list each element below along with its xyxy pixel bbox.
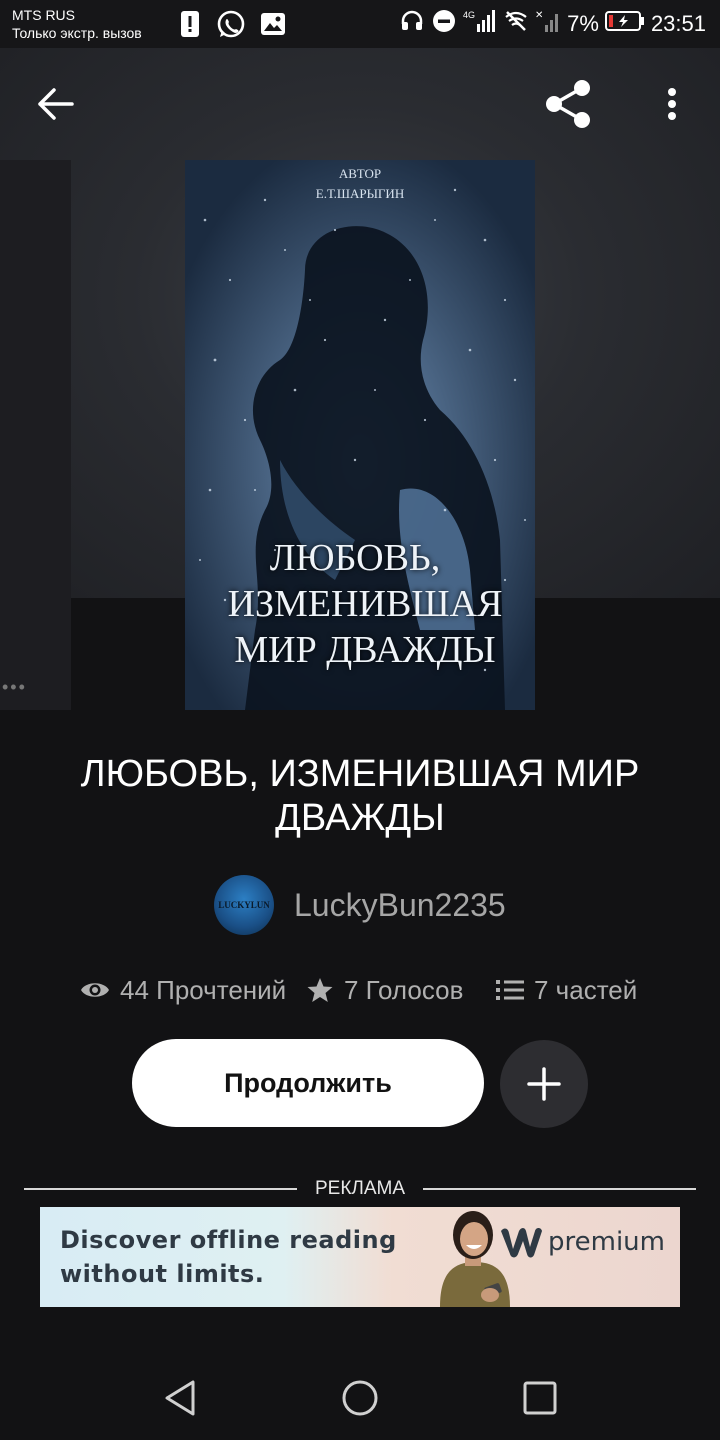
nav-home-button[interactable] (340, 1378, 380, 1418)
cover-author-name: Е.Т.ШАРЫГИН (315, 186, 405, 201)
status-right: 4G ✕ 7% 23:51 (399, 0, 706, 48)
star-icon (307, 978, 333, 1002)
cover-title-line3: МИР ДВАЖДЫ (234, 629, 496, 671)
avatar-text: LUCKYLUN (218, 900, 270, 910)
ellipsis-icon: ••• (2, 677, 27, 697)
arrow-left-icon (38, 88, 74, 120)
ad-brand-text: premium (548, 1227, 665, 1257)
previous-cover-card[interactable]: ••• (0, 160, 71, 710)
list-icon (496, 980, 524, 1000)
story-stats: 44 Прочтений 7 Голосов 7 частей (80, 966, 650, 1014)
carrier-status: Только экстр. вызов (12, 25, 142, 41)
ad-divider-left (24, 1188, 297, 1190)
wattpad-logo-icon (501, 1228, 542, 1258)
more-button[interactable] (658, 86, 686, 126)
dnd-icon (431, 8, 457, 40)
more-vertical-icon (668, 88, 676, 120)
continue-reading-button[interactable]: Продолжить (132, 1039, 484, 1127)
headset-icon (399, 8, 425, 40)
nav-recents-button[interactable] (520, 1378, 560, 1418)
cover-author-label: АВТОР (338, 166, 382, 181)
reads-stat: 44 Прочтений (80, 975, 286, 1006)
story-title: ЛЮБОВЬ, ИЗМЕНИВШАЯ МИР ДВАЖДЫ (80, 753, 640, 839)
gallery-icon (260, 12, 286, 41)
ad-brand: premium (498, 1225, 665, 1259)
alert-icon (180, 10, 200, 43)
triangle-back-icon (165, 1380, 195, 1416)
author-row[interactable]: LUCKYLUN LuckyBun2235 (214, 873, 506, 937)
top-toolbar (0, 48, 720, 160)
battery-icon (604, 10, 645, 38)
parts-stat: 7 частей (496, 975, 637, 1006)
ad-line2: without limits. (60, 1260, 265, 1288)
share-icon (546, 80, 590, 128)
ad-divider-right (423, 1188, 696, 1190)
signal-x-icon: ✕ (535, 8, 561, 40)
svg-text:✕: ✕ (535, 10, 543, 21)
ad-banner[interactable]: Discover offline reading without limits.… (40, 1207, 680, 1307)
add-to-library-button[interactable] (500, 1040, 588, 1128)
author-name[interactable]: LuckyBun2235 (294, 887, 506, 924)
parts-count: 7 частей (534, 974, 638, 1005)
square-recents-icon (523, 1381, 557, 1415)
book-cover[interactable]: АВТОР Е.Т.ШАРЫГИН ЛЮБОВЬ, ИЗМЕНИВШАЯ МИР… (185, 160, 535, 710)
signal-icon: 4G (463, 8, 497, 40)
ad-headline: Discover offline reading without limits. (60, 1223, 397, 1291)
carrier-name: MTS RUS (12, 7, 75, 23)
clock: 23:51 (650, 11, 706, 36)
wifi-off-icon (503, 8, 529, 40)
circle-home-icon (342, 1380, 378, 1416)
reads-count: 44 Прочтений (120, 974, 287, 1005)
svg-text:4G: 4G (463, 10, 475, 20)
cover-title-line2: ИЗМЕНИВШАЯ (227, 583, 503, 625)
ad-line1: Discover offline reading (60, 1226, 397, 1254)
eye-icon (81, 983, 109, 997)
battery-percent: 7% (567, 11, 599, 36)
carrier-info: MTS RUS Только экстр. вызов (12, 6, 142, 42)
nav-back-button[interactable] (160, 1378, 200, 1418)
back-button[interactable] (34, 84, 80, 124)
votes-count: 7 Голосов (344, 974, 464, 1005)
cover-title-line1: ЛЮБОВЬ, (269, 537, 441, 579)
plus-icon (527, 1067, 561, 1101)
share-button[interactable] (542, 78, 594, 130)
status-bar: MTS RUS Только экстр. вызов 4G ✕ 7% 23:5… (0, 0, 720, 48)
ad-label: РЕКЛАМА (314, 1178, 406, 1199)
votes-stat: 7 Голосов (306, 975, 463, 1006)
avatar[interactable]: LUCKYLUN (214, 875, 274, 935)
whatsapp-icon (216, 10, 246, 45)
system-nav-bar (0, 1350, 720, 1440)
